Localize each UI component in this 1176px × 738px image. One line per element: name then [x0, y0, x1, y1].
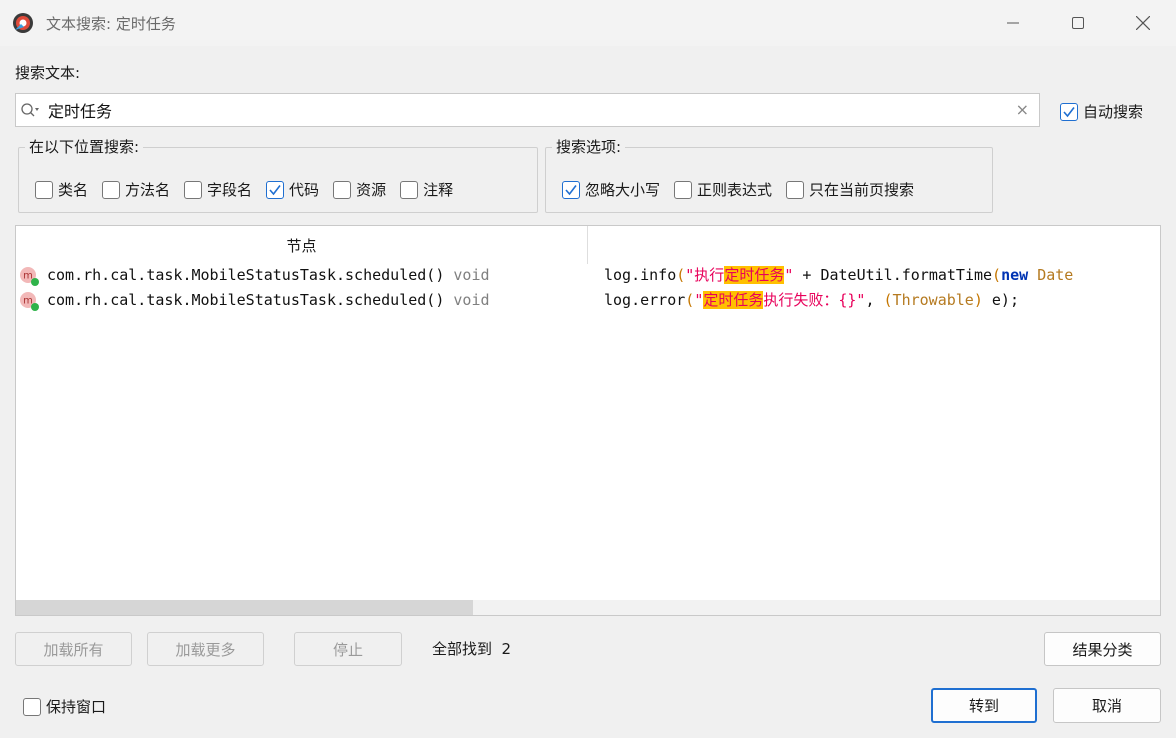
checkbox-unchecked-icon	[786, 180, 805, 199]
results-table[interactable]: 节点 m com.rh.cal.task.MobileStatusTask.sc…	[15, 225, 1161, 616]
checkbox-checked-icon	[266, 180, 285, 199]
cancel-button[interactable]: 取消	[1053, 688, 1161, 723]
close-window-button[interactable]	[1120, 8, 1166, 38]
ignore-case-label: 忽略大小写	[585, 181, 661, 199]
table-row[interactable]: m com.rh.cal.task.MobileStatusTask.sched…	[16, 264, 1160, 288]
search-field[interactable]: ×	[15, 93, 1040, 127]
goto-button[interactable]: 转到	[931, 688, 1037, 723]
close-icon	[1136, 16, 1150, 30]
code-token: log.info	[604, 266, 677, 284]
result-code: log.error("定时任务执行失败：{}", (Throwable) e);	[604, 289, 1019, 310]
auto-search-checkbox[interactable]: 自动搜索	[1060, 101, 1143, 122]
scope-class-name-checkbox[interactable]: 类名	[35, 179, 88, 200]
code-token: + DateUtil.formatTime	[793, 266, 993, 284]
title-bar: 文本搜索: 定时任务	[0, 0, 1176, 46]
found-count-status: 全部找到 2	[432, 640, 512, 658]
code-token: (	[685, 291, 695, 309]
code-token: (	[676, 266, 686, 284]
current-page-only-label: 只在当前页搜索	[809, 181, 915, 199]
ignore-case-checkbox[interactable]: 忽略大小写	[562, 179, 660, 200]
maximize-icon	[1072, 17, 1084, 29]
regex-checkbox[interactable]: 正则表达式	[674, 179, 772, 200]
keep-window-checkbox[interactable]: 保持窗口	[23, 696, 106, 717]
maximize-button[interactable]	[1055, 8, 1101, 38]
svg-text:m: m	[23, 296, 33, 307]
method-icon: m	[20, 267, 39, 286]
result-node: com.rh.cal.task.MobileStatusTask.schedul…	[47, 291, 490, 309]
code-token: new	[1001, 266, 1029, 284]
scope-comment-label: 注释	[423, 181, 454, 199]
code-token: e);	[982, 291, 1019, 309]
result-return-type: void	[453, 291, 490, 309]
regex-label: 正则表达式	[697, 181, 773, 199]
scope-code-label: 代码	[289, 181, 320, 199]
horizontal-scrollbar[interactable]	[16, 600, 1160, 615]
match-highlight: 定时任务	[724, 266, 785, 284]
code-token: "	[694, 291, 704, 309]
auto-search-label: 自动搜索	[1083, 103, 1144, 121]
checkbox-unchecked-icon	[23, 697, 41, 716]
code-token: Date	[1028, 266, 1074, 284]
scope-comment-checkbox[interactable]: 注释	[400, 179, 453, 200]
load-more-button[interactable]: 加载更多	[147, 632, 264, 666]
scope-resource-checkbox[interactable]: 资源	[333, 179, 386, 200]
load-all-button[interactable]: 加载所有	[15, 632, 132, 666]
checkbox-unchecked-icon	[674, 180, 693, 199]
group-results-button[interactable]: 结果分类	[1044, 632, 1161, 666]
search-options-group: 搜索选项: 忽略大小写 正则表达式 只在当前页搜索	[545, 136, 993, 213]
column-header-node[interactable]: 节点	[16, 226, 587, 264]
checkbox-unchecked-icon	[102, 180, 121, 199]
horizontal-scrollbar-thumb[interactable]	[16, 600, 473, 615]
table-row[interactable]: m com.rh.cal.task.MobileStatusTask.sched…	[16, 289, 1160, 313]
app-logo-icon	[13, 13, 33, 33]
checkbox-unchecked-icon	[184, 180, 203, 199]
column-header-code[interactable]	[588, 226, 1160, 264]
search-options-legend: 搜索选项:	[552, 136, 626, 157]
code-token: ,	[865, 291, 884, 309]
scope-class-name-label: 类名	[58, 181, 89, 199]
scope-field-name-label: 字段名	[207, 181, 253, 199]
method-icon: m	[20, 292, 39, 311]
minimize-icon	[1007, 22, 1019, 24]
result-node-name: com.rh.cal.task.MobileStatusTask.schedul…	[47, 266, 445, 284]
scope-field-name-checkbox[interactable]: 字段名	[184, 179, 252, 200]
result-return-type: void	[453, 266, 490, 284]
code-token: "	[784, 266, 794, 284]
checkbox-unchecked-icon	[333, 180, 352, 199]
match-highlight: 定时任务	[703, 291, 764, 309]
checkbox-checked-icon	[1060, 102, 1078, 121]
scope-resource-label: 资源	[356, 181, 387, 199]
scope-method-name-checkbox[interactable]: 方法名	[102, 179, 170, 200]
code-token: (	[992, 266, 1002, 284]
code-token: "执行	[685, 266, 725, 284]
code-token: Throwable	[892, 291, 974, 309]
result-node: com.rh.cal.task.MobileStatusTask.schedul…	[47, 266, 490, 284]
checkbox-unchecked-icon	[35, 180, 53, 199]
clear-search-button[interactable]: ×	[1016, 100, 1029, 119]
search-input[interactable]	[48, 97, 1008, 123]
result-node-name: com.rh.cal.task.MobileStatusTask.schedul…	[47, 291, 445, 309]
svg-text:m: m	[23, 271, 33, 282]
keep-window-label: 保持窗口	[46, 698, 107, 716]
minimize-button[interactable]	[990, 8, 1036, 38]
search-icon	[21, 103, 39, 117]
code-token: 执行失败：{}"	[763, 291, 866, 309]
checkbox-unchecked-icon	[400, 180, 419, 199]
scope-code-checkbox[interactable]: 代码	[266, 179, 319, 200]
code-token: (	[883, 291, 893, 309]
current-page-only-checkbox[interactable]: 只在当前页搜索	[786, 179, 914, 200]
search-scope-group: 在以下位置搜索: 类名 方法名 字段名 代码 资源 注释	[18, 136, 538, 213]
checkbox-checked-icon	[562, 180, 580, 199]
scope-method-name-label: 方法名	[125, 181, 171, 199]
stop-button[interactable]: 停止	[294, 632, 402, 666]
result-code: log.info("执行定时任务" + DateUtil.formatTime(…	[604, 264, 1073, 285]
code-token: )	[973, 291, 983, 309]
window-title: 文本搜索: 定时任务	[46, 15, 176, 33]
search-label: 搜索文本:	[15, 64, 81, 82]
code-token: log.error	[604, 291, 686, 309]
search-scope-legend: 在以下位置搜索:	[25, 136, 144, 157]
